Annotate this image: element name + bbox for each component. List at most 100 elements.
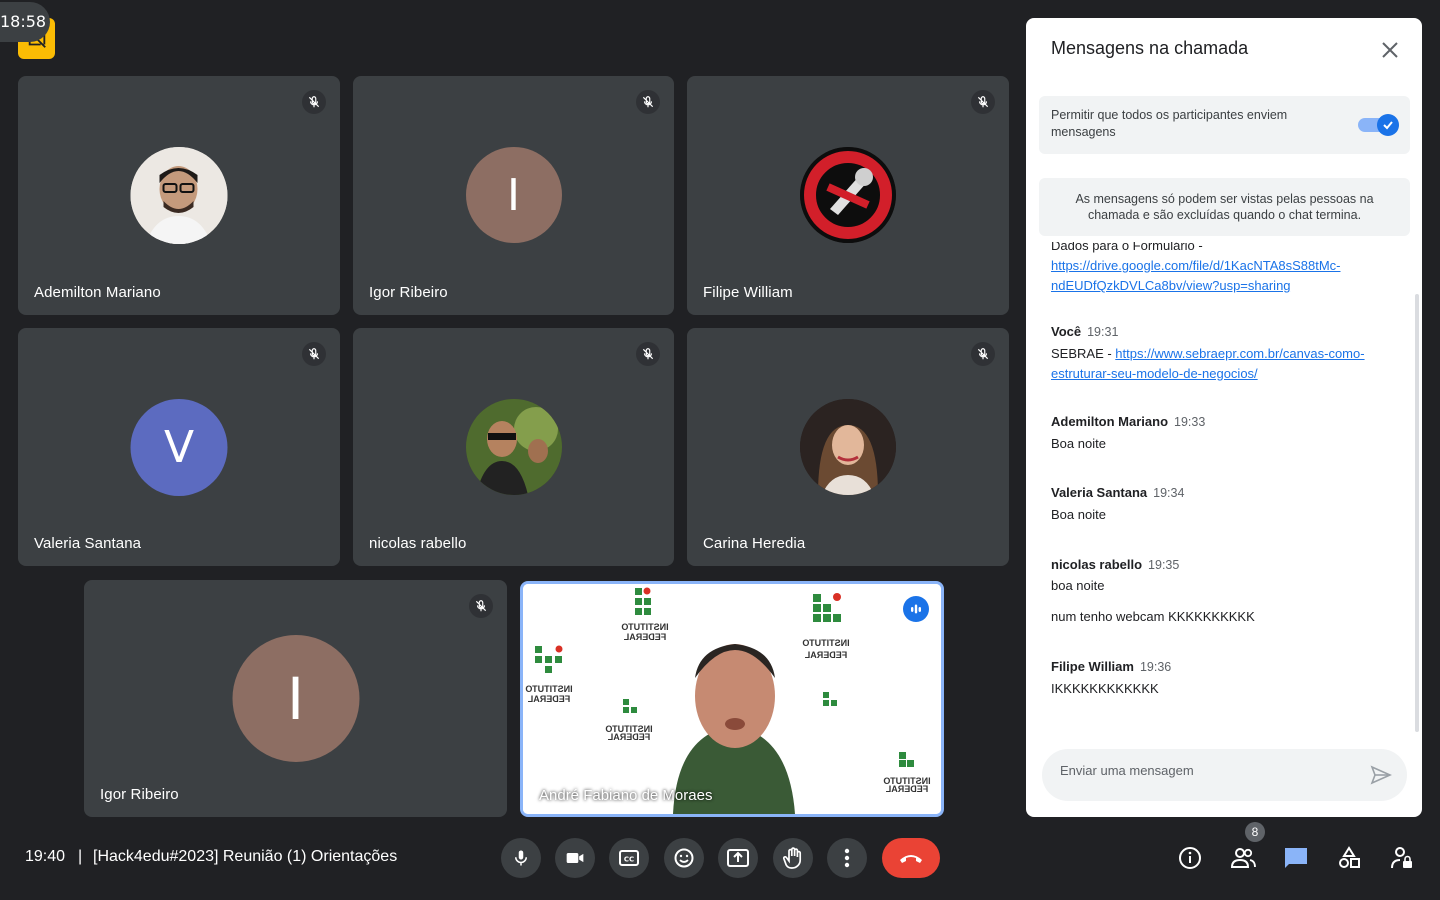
avatar-letter: V <box>130 399 228 496</box>
message-text: num tenho webcam KKKKKKKKKK <box>1051 609 1255 624</box>
participant-tile[interactable]: I Igor Ribeiro <box>353 76 674 315</box>
raise-hand-button[interactable] <box>773 838 813 878</box>
svg-text:FEDERAL: FEDERAL <box>607 732 650 742</box>
mic-off-icon <box>302 90 326 114</box>
avatar-photo <box>800 147 896 243</box>
message: Valeria Santana 19:34 Boa noite <box>1051 483 1406 525</box>
more-options-button[interactable] <box>827 838 867 878</box>
screen-clock: 18:58 <box>0 2 51 42</box>
participant-tile[interactable]: I Igor Ribeiro <box>84 580 507 817</box>
participant-name: Ademilton Mariano <box>34 284 161 301</box>
message: Filipe William 19:36 IKKKKKKKKKKKK <box>1051 657 1406 699</box>
speaking-indicator-icon <box>903 596 929 622</box>
participant-count-badge: 8 <box>1245 822 1265 842</box>
message-text: IKKKKKKKKKKKK <box>1051 681 1159 696</box>
chat-button[interactable] <box>1280 842 1312 874</box>
people-button[interactable] <box>1227 842 1259 874</box>
phone-hangup-icon <box>900 855 922 863</box>
message-link[interactable]: https://www.sebraepr.com.br/canvas-como- <box>1115 346 1364 361</box>
active-speaker-tile[interactable]: INSTITUTO FEDERAL INSTITUTO FEDERAL INSTIT… <box>520 581 944 817</box>
meeting-title: [Hack4edu#2023] Reunião (1) Orientações <box>93 848 398 865</box>
lock-person-icon <box>1391 847 1412 869</box>
permission-toggle[interactable] <box>1358 112 1399 138</box>
more-vertical-icon <box>844 848 850 868</box>
message-text: Boa noite <box>1051 507 1106 522</box>
chat-info-notice: As mensagens só podem ser vistas pelas p… <box>1039 178 1410 236</box>
message-link[interactable]: estruturar-seu-modelo-de-negocios/ <box>1051 366 1258 381</box>
participant-name: Igor Ribeiro <box>100 786 179 803</box>
send-icon <box>1370 765 1392 785</box>
permission-label: Permitir que todos os participantes envi… <box>1051 108 1288 139</box>
separator: | <box>78 848 83 865</box>
video-camera-icon <box>566 853 584 863</box>
chat-permission-setting: Permitir que todos os participantes envi… <box>1039 96 1410 154</box>
message: Dados para o Formulário - https://drive.… <box>1051 242 1406 296</box>
mic-off-icon <box>302 342 326 366</box>
mic-off-icon <box>636 90 660 114</box>
participant-tile[interactable]: V Valeria Santana <box>18 328 340 566</box>
check-icon <box>1383 121 1393 130</box>
participant-name: Igor Ribeiro <box>369 284 448 301</box>
message-time: 19:34 <box>1153 486 1185 500</box>
message: Você 19:31 SEBRAE - https://www.sebraepr.… <box>1051 322 1406 384</box>
message-author: nicolas rabello <box>1051 557 1143 572</box>
message-author: Filipe William <box>1051 659 1134 674</box>
bottom-toolbar: 19:40 | [Hack4edu#2023] Reunião (1) Orie… <box>0 822 1440 900</box>
send-button[interactable] <box>1369 763 1393 787</box>
activities-button[interactable] <box>1333 842 1365 874</box>
message-text: Dados para o Formulário - <box>1051 242 1203 253</box>
message-time: 19:33 <box>1174 415 1206 429</box>
avatar-photo <box>800 399 896 495</box>
avatar-photo <box>130 147 228 244</box>
message-time: 19:31 <box>1087 325 1119 339</box>
message-author: Valeria Santana <box>1051 485 1148 500</box>
message-text: boa noite <box>1051 578 1105 593</box>
participant-tile[interactable]: nicolas rabello <box>353 328 674 566</box>
message-list: Dados para o Formulário - https://drive.… <box>1051 242 1406 732</box>
mic-off-icon <box>971 90 995 114</box>
svg-text:INSTITUTO: INSTITUTO <box>802 638 849 648</box>
close-chat-button[interactable] <box>1376 36 1404 64</box>
chat-scrollbar[interactable] <box>1415 294 1419 732</box>
end-call-button[interactable] <box>882 838 940 878</box>
message: Ademilton Mariano 19:33 Boa noite <box>1051 412 1406 454</box>
captions-button[interactable]: CC <box>609 838 649 878</box>
avatar-letter: I <box>465 147 562 243</box>
chat-panel: Mensagens na chamada Permitir que todos … <box>1026 18 1422 817</box>
svg-text:FEDERAL: FEDERAL <box>527 694 570 704</box>
message-text: Boa noite <box>1051 436 1106 451</box>
meeting-time: 19:40 <box>25 848 66 865</box>
svg-text:FEDERAL: FEDERAL <box>804 650 847 660</box>
message-input-container <box>1042 749 1407 801</box>
reactions-button[interactable] <box>664 838 704 878</box>
host-controls-button[interactable] <box>1386 842 1418 874</box>
message-time: 19:36 <box>1139 660 1172 674</box>
avatar-letter: I <box>232 635 359 762</box>
participant-tile[interactable]: Filipe William <box>687 76 1009 315</box>
mic-off-icon <box>469 594 493 618</box>
speaker-name: André Fabiano de Moraes <box>539 787 713 804</box>
participant-name: nicolas rabello <box>369 535 467 552</box>
participant-tile[interactable]: Ademilton Mariano <box>18 76 340 315</box>
toggle-knob <box>1377 114 1399 136</box>
emoji-icon <box>674 848 694 868</box>
camera-button[interactable] <box>555 838 595 878</box>
mic-off-icon <box>636 342 660 366</box>
message-author: Ademilton Mariano <box>1051 414 1169 429</box>
message-author: Você <box>1051 324 1082 339</box>
participant-tile[interactable]: Carina Heredia <box>687 328 1009 566</box>
message-link[interactable]: ndEUDfQzkDVLCa8bv/view?usp=sharing <box>1051 276 1406 296</box>
svg-text:INSTITUTO: INSTITUTO <box>525 684 572 694</box>
participant-name: Carina Heredia <box>703 535 806 552</box>
closed-captions-icon: CC <box>619 850 639 866</box>
participant-name: Filipe William <box>703 284 793 301</box>
present-screen-button[interactable] <box>718 838 758 878</box>
speaker-video: INSTITUTOFEDERAL INSTITUTOFEDERAL INSTIT… <box>523 584 941 814</box>
microphone-button[interactable] <box>501 838 541 878</box>
mic-off-icon <box>971 342 995 366</box>
message-link[interactable]: https://drive.google.com/file/d/1KacNTA8… <box>1051 256 1406 276</box>
message-input[interactable] <box>1060 759 1350 781</box>
close-icon <box>1382 42 1398 58</box>
meeting-details-button[interactable] <box>1174 842 1206 874</box>
shapes-icon <box>1339 846 1360 868</box>
